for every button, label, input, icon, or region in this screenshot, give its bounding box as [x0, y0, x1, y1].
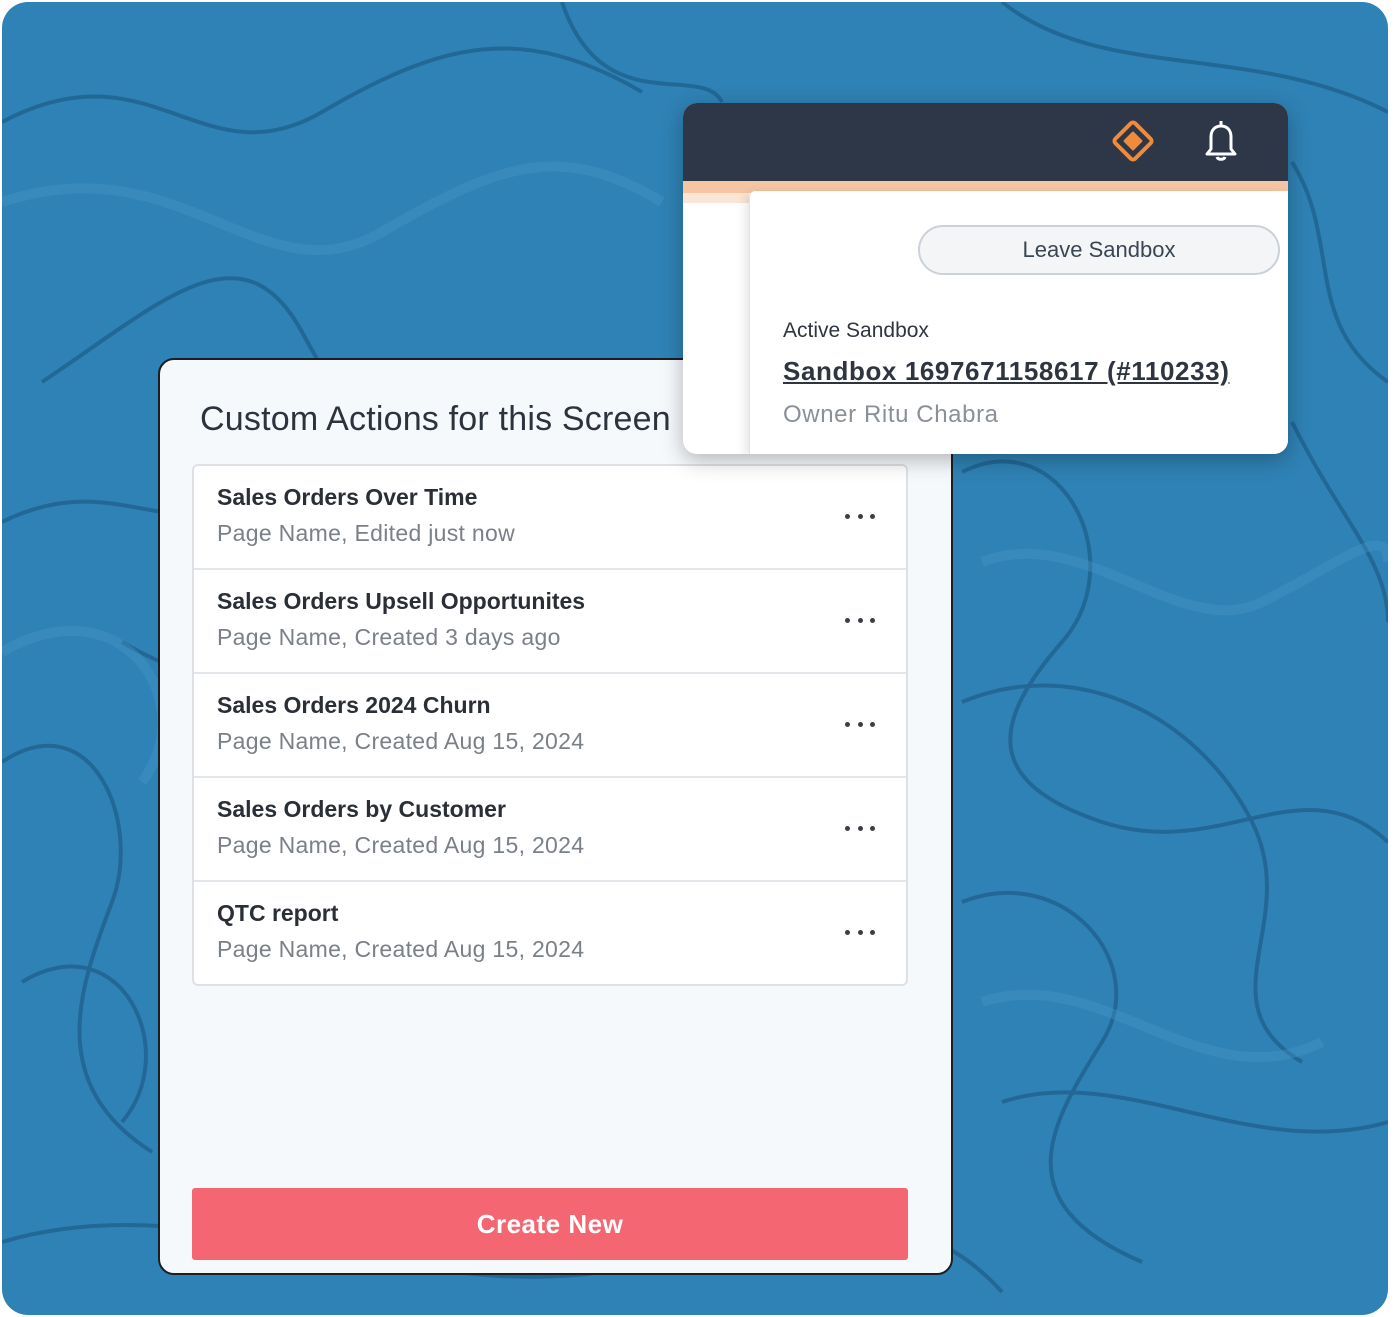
list-item[interactable]: Sales Orders by Customer Page Name, Crea… — [194, 778, 906, 882]
item-subtitle: Page Name, Edited just now — [217, 520, 516, 546]
item-title: Sales Orders 2024 Churn — [217, 692, 491, 718]
leave-sandbox-button[interactable]: Leave Sandbox — [918, 225, 1280, 275]
side-strip — [683, 193, 749, 203]
sandbox-popup: Leave Sandbox Active Sandbox Sandbox 169… — [683, 103, 1288, 454]
sandbox-owner: Owner Ritu Chabra — [783, 401, 999, 428]
panel-title: Custom Actions for this Screen — [200, 400, 671, 438]
more-options-icon[interactable] — [844, 816, 876, 840]
item-title: Sales Orders Upsell Opportunites — [217, 588, 586, 614]
item-subtitle: Page Name, Created Aug 15, 2024 — [217, 936, 585, 962]
item-subtitle: Page Name, Created Aug 15, 2024 — [217, 832, 585, 858]
active-sandbox-label: Active Sandbox — [783, 319, 929, 342]
item-subtitle: Page Name, Created Aug 15, 2024 — [217, 728, 585, 754]
diamond-icon[interactable] — [1111, 119, 1155, 163]
side-region — [683, 193, 749, 454]
list-item[interactable]: Sales Orders Upsell Opportunites Page Na… — [194, 570, 906, 674]
custom-actions-panel: Custom Actions for this Screen Sales Ord… — [158, 358, 953, 1275]
more-options-icon[interactable] — [844, 920, 876, 944]
item-title: Sales Orders by Customer — [217, 796, 506, 822]
create-new-button[interactable]: Create New — [192, 1188, 908, 1260]
custom-actions-list: Sales Orders Over Time Page Name, Edited… — [192, 464, 908, 986]
list-item[interactable]: Sales Orders 2024 Churn Page Name, Creat… — [194, 674, 906, 778]
app-header — [683, 103, 1288, 181]
sandbox-name-link[interactable]: Sandbox 1697671158617 (#110233) — [783, 356, 1229, 387]
more-options-icon[interactable] — [844, 504, 876, 528]
more-options-icon[interactable] — [844, 712, 876, 736]
item-subtitle: Page Name, Created 3 days ago — [217, 624, 561, 650]
item-title: Sales Orders Over Time — [217, 484, 478, 510]
bell-icon[interactable] — [1201, 117, 1241, 163]
list-item[interactable]: Sales Orders Over Time Page Name, Edited… — [194, 466, 906, 570]
sandbox-dropdown: Leave Sandbox Active Sandbox Sandbox 169… — [749, 191, 1288, 454]
more-options-icon[interactable] — [844, 608, 876, 632]
item-title: QTC report — [217, 900, 339, 926]
list-item[interactable]: QTC report Page Name, Created Aug 15, 20… — [194, 882, 906, 984]
